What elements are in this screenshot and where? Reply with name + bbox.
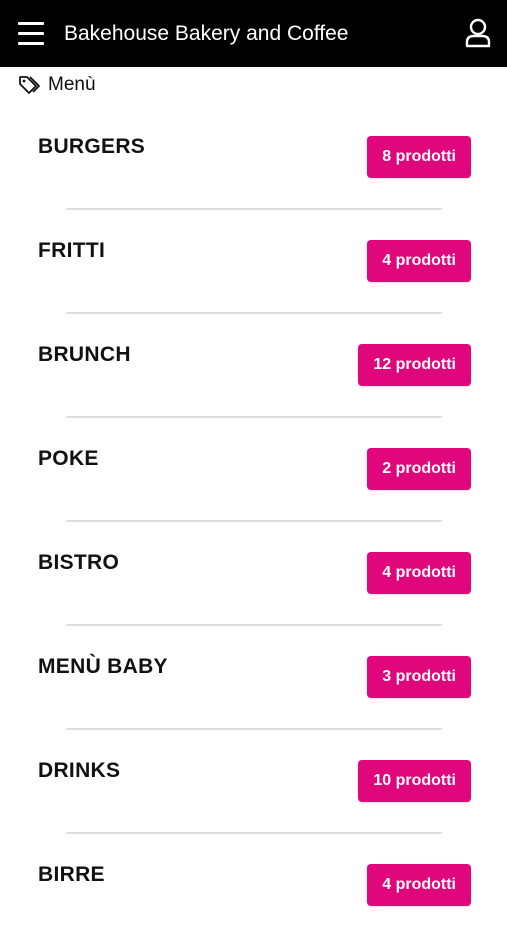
category-name: FRITTI [38, 239, 106, 262]
category-row[interactable]: BIRRE 4 prodotti [0, 834, 507, 938]
category-row[interactable]: MENÙ BABY 3 prodotti [0, 626, 507, 730]
category-name: POKE [38, 447, 99, 470]
category-row[interactable]: DRINKS 10 prodotti [0, 730, 507, 834]
category-name: DRINKS [38, 759, 121, 782]
section-header: Menù [18, 72, 96, 98]
category-list: BURGERS 8 prodotti FRITTI 4 prodotti BRU… [0, 106, 507, 938]
product-count-button[interactable]: 4 prodotti [367, 240, 471, 282]
category-name: BURGERS [38, 135, 146, 158]
category-row[interactable]: BISTRO 4 prodotti [0, 522, 507, 626]
product-count-button[interactable]: 12 prodotti [358, 344, 471, 386]
product-count-button[interactable]: 3 prodotti [367, 656, 471, 698]
product-count-button[interactable]: 4 prodotti [367, 552, 471, 594]
category-name: BRUNCH [38, 343, 131, 366]
user-account-icon[interactable] [464, 18, 492, 48]
category-row[interactable]: POKE 2 prodotti [0, 418, 507, 522]
category-row[interactable]: BURGERS 8 prodotti [0, 106, 507, 210]
app-bar: Bakehouse Bakery and Coffee [0, 0, 507, 67]
hamburger-menu-icon[interactable] [18, 22, 44, 46]
tag-icon [18, 74, 44, 96]
product-count-button[interactable]: 8 prodotti [367, 136, 471, 178]
category-name: BISTRO [38, 551, 120, 574]
category-row[interactable]: FRITTI 4 prodotti [0, 210, 507, 314]
category-row[interactable]: BRUNCH 12 prodotti [0, 314, 507, 418]
section-title: Menù [48, 74, 96, 95]
product-count-button[interactable]: 2 prodotti [367, 448, 471, 490]
category-name: MENÙ BABY [38, 655, 168, 678]
category-name: BIRRE [38, 863, 105, 886]
product-count-button[interactable]: 10 prodotti [358, 760, 471, 802]
app-title: Bakehouse Bakery and Coffee [64, 22, 349, 45]
